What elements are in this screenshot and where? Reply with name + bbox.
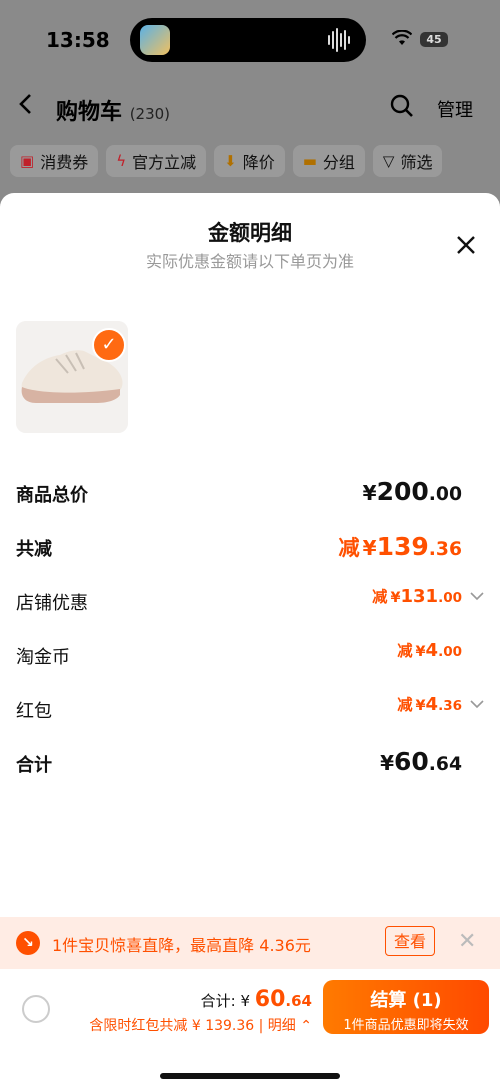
- chip-label: 消费券: [40, 153, 89, 172]
- row-value: ¥60.64: [380, 747, 462, 776]
- manage-button[interactable]: 管理: [437, 96, 473, 122]
- total-amount: 60.64: [255, 987, 312, 1012]
- close-icon[interactable]: ✕: [458, 929, 476, 954]
- row-label: 店铺优惠: [16, 593, 88, 614]
- search-icon[interactable]: [390, 94, 414, 118]
- wifi-icon: [391, 29, 413, 51]
- amount-integer: 60: [393, 747, 429, 776]
- amount-integer: 4: [425, 640, 439, 661]
- amount-cents: .00: [428, 484, 462, 505]
- chip-group[interactable]: ▬ 分组: [292, 145, 365, 177]
- cart-count: (230): [129, 105, 171, 123]
- discount-prefix: 减: [372, 588, 388, 606]
- row-taobao-coins: 淘金币 减 ¥4.00: [16, 639, 486, 693]
- row-label: 合计: [16, 755, 52, 776]
- audio-wave-icon: [328, 27, 354, 53]
- status-bar: 13:58 45: [0, 0, 500, 80]
- row-subtotal: 商品总价 ¥200.00: [16, 477, 486, 531]
- row-store-discount[interactable]: 店铺优惠 减 ¥131.00: [16, 585, 486, 639]
- selected-check-icon[interactable]: ✓: [92, 328, 126, 362]
- currency-symbol: ¥: [362, 481, 377, 505]
- discount-prefix: 减: [397, 642, 413, 660]
- chip-label: 筛选: [400, 153, 433, 172]
- chevron-up-icon: ⌃: [300, 1018, 312, 1034]
- chip-label: 分组: [322, 153, 355, 172]
- sheet-title: 金额明细: [208, 221, 292, 245]
- total-label: 合计: ¥: [200, 992, 251, 1010]
- total-line: 合计: ¥ 60.64: [201, 987, 312, 1012]
- price-drop-banner: ↘ 1件宝贝惊喜直降，最高直降 4.36元 查看 ✕: [0, 917, 500, 969]
- page-title: 购物车 (230): [56, 94, 170, 126]
- promo-text: 1件宝贝惊喜直降，最高直降 4.36元: [52, 936, 311, 955]
- checkout-subtext: 1件商品优惠即将失效: [343, 1018, 469, 1033]
- filter-chips: ▣ 消费券 ϟ 官方立减 ⬇ 降价 ▬ 分组 ▽ 筛选: [10, 145, 500, 179]
- row-red-packet[interactable]: 红包 减 ¥4.36: [16, 693, 486, 747]
- checkout-button[interactable]: 结算 (1) 1件商品优惠即将失效: [323, 980, 489, 1034]
- status-time: 13:58: [46, 28, 110, 52]
- app-icon: [140, 25, 170, 55]
- nav-bar: 购物车 (230) 管理: [0, 80, 500, 135]
- amount-cents: .00: [438, 644, 462, 660]
- currency-symbol: ¥: [362, 536, 377, 560]
- total-integer: 60: [254, 987, 286, 1012]
- row-label: 红包: [16, 701, 52, 722]
- row-label: 淘金币: [16, 647, 70, 668]
- dynamic-island: [130, 18, 366, 62]
- amount-cents: .64: [428, 754, 462, 775]
- checkout-bar: 合计: ¥ 60.64 含限时红包共减 ¥ 139.36 | 明细 ⌃ 结算 (…: [0, 969, 500, 1087]
- back-icon[interactable]: [18, 92, 32, 122]
- row-total-discount: 共减 减 ¥139.36: [16, 531, 486, 585]
- discount-detail-text: 含限时红包共减 ¥ 139.36 | 明细: [89, 1018, 296, 1034]
- price-drop-icon: ⬇: [224, 152, 237, 170]
- filter-icon: ▽: [382, 152, 395, 170]
- discount-detail-link[interactable]: 含限时红包共减 ¥ 139.36 | 明细 ⌃: [89, 1015, 312, 1035]
- amount-rows: 商品总价 ¥200.00 共减 减 ¥139.36 店铺优惠 减 ¥131.00 淘…: [16, 477, 486, 801]
- view-button[interactable]: 查看: [385, 926, 435, 956]
- discount-prefix: 减: [397, 696, 413, 714]
- currency-symbol: ¥: [415, 698, 426, 714]
- chip-coupon[interactable]: ▣ 消费券: [10, 145, 99, 177]
- amount-cents: .36: [428, 539, 462, 560]
- home-indicator: [160, 1073, 340, 1079]
- row-value: 减 ¥4.00: [397, 639, 462, 661]
- chip-price-drop[interactable]: ⬇ 降价: [214, 145, 285, 177]
- total-cents: .64: [285, 992, 312, 1010]
- select-all-radio[interactable]: [22, 995, 50, 1023]
- currency-symbol: ¥: [380, 751, 394, 775]
- row-value: ¥200.00: [363, 477, 462, 506]
- chevron-down-icon[interactable]: [470, 697, 484, 713]
- discount-prefix: 减: [338, 536, 360, 561]
- amount-cents: .36: [438, 698, 462, 714]
- amount-cents: .00: [438, 590, 462, 606]
- chevron-down-icon[interactable]: [470, 589, 484, 605]
- bolt-icon: ϟ: [116, 152, 127, 170]
- row-value: 减 ¥139.36: [338, 531, 462, 562]
- chip-label: 官方立减: [132, 153, 197, 172]
- coupon-icon: ▣: [20, 152, 35, 170]
- page-title-text: 购物车: [56, 100, 123, 125]
- amount-integer: 4: [425, 694, 439, 715]
- chip-label: 降价: [242, 153, 275, 172]
- currency-symbol: ¥: [390, 590, 401, 606]
- row-value: 减 ¥131.00: [372, 585, 462, 607]
- checkout-label: 结算 (1): [370, 990, 442, 1011]
- chip-filter[interactable]: ▽ 筛选: [372, 145, 443, 177]
- row-label: 共减: [16, 539, 52, 560]
- price-drop-icon: ↘: [16, 931, 40, 955]
- folder-icon: ▬: [302, 152, 317, 170]
- amount-integer: 139: [376, 532, 429, 561]
- chip-official-discount[interactable]: ϟ 官方立减: [106, 145, 207, 177]
- row-value: 减 ¥4.36: [397, 693, 462, 715]
- amount-integer: 131: [400, 586, 439, 607]
- row-grand-total: 合计 ¥60.64: [16, 747, 486, 801]
- row-label: 商品总价: [16, 485, 88, 506]
- currency-symbol: ¥: [415, 644, 426, 660]
- battery-indicator: 45: [420, 32, 448, 47]
- sheet-subtitle: 实际优惠金额请以下单页为准: [145, 252, 354, 271]
- close-icon[interactable]: [452, 231, 480, 259]
- amount-integer: 200: [376, 477, 429, 506]
